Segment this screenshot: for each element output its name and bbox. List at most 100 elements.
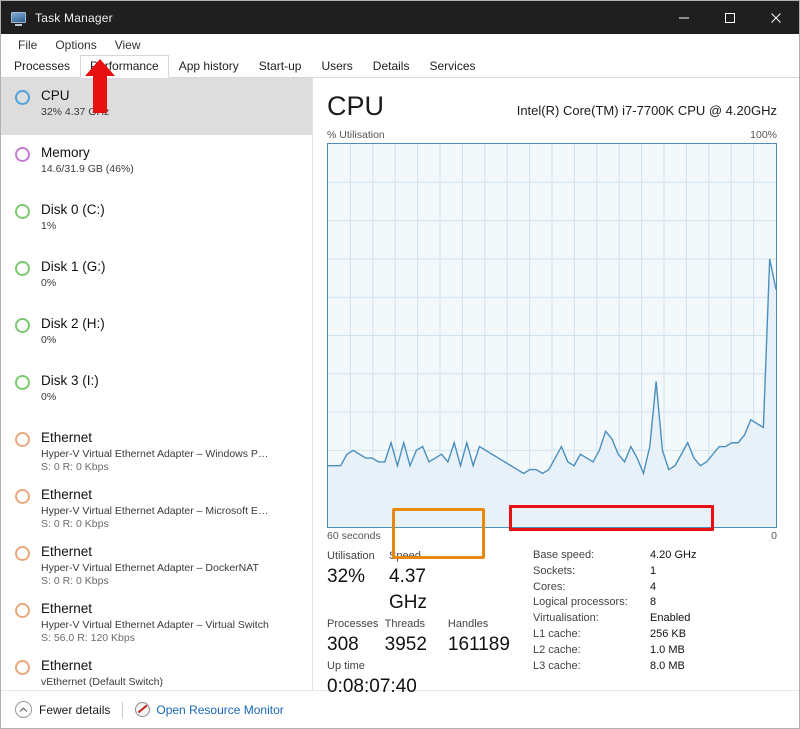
stat-threads: Threads 3952	[385, 616, 448, 658]
menu-bar: File Options View	[1, 34, 799, 56]
sidebar-item-sublabel: 0%	[41, 334, 57, 346]
spec-key: L3 cache:	[533, 659, 581, 672]
cpu-spec-list: Base speed: 4.20 GHz Sockets: 1 Cores: 4 Logic…	[513, 548, 777, 700]
sidebar-item-throughput: S: 0 R: 0 Kbps	[41, 689, 163, 690]
open-resource-monitor-link[interactable]: Open Resource Monitor	[135, 702, 284, 717]
stat-speed: Speed 4.37 GHz	[389, 548, 457, 616]
spec-key: Cores:	[533, 580, 566, 593]
sidebar-item-text: Ethernet Hyper-V Virtual Ethernet Adapter…	[41, 486, 268, 531]
sidebar-item-label: Ethernet	[41, 601, 93, 616]
sidebar-item-label: Ethernet	[41, 430, 93, 445]
fewer-details-label: Fewer details	[39, 702, 111, 717]
sidebar-item-sublabel: Hyper-V Virtual Ethernet Adapter – Micro…	[41, 505, 269, 517]
spec-value: 1.0 MB	[650, 643, 685, 656]
stat-processes-label: Processes	[327, 618, 379, 630]
stat-utilisation: Utilisation 32%	[327, 548, 389, 616]
sidebar-item-disk-3-i[interactable]: Disk 3 (I:) 0%	[1, 363, 312, 420]
sidebar-item-ethernet[interactable]: Ethernet vEthernet (Default Switch)S: 0 R…	[1, 648, 312, 690]
sidebar-item-sublabel: 1%	[41, 220, 57, 232]
task-manager-icon	[11, 10, 27, 26]
sidebar-item-text: Ethernet Hyper-V Virtual Ethernet Adapter…	[41, 429, 268, 474]
spec-value: 8.0 MB	[650, 659, 685, 672]
stat-handles-label: Handles	[447, 618, 489, 630]
chevron-up-icon	[15, 701, 32, 718]
sidebar-item-label: Disk 0 (C:)	[41, 202, 105, 217]
fewer-details-button[interactable]: Fewer details	[15, 701, 110, 718]
cpu-utilisation-chart	[327, 143, 777, 528]
tab-start-up[interactable]: Start-up	[249, 55, 312, 78]
resource-indicator-icon	[15, 147, 30, 162]
sidebar-item-memory[interactable]: Memory 14.6/31.9 GB (46%)	[1, 135, 312, 192]
chart-svg	[328, 144, 776, 527]
stat-row-2: Processes 308 Threads 3952 Handles 16118…	[327, 616, 513, 658]
open-resource-monitor-label: Open Resource Monitor	[156, 702, 284, 717]
cpu-detail-panel: CPU Intel(R) Core(TM) i7-7700K CPU @ 4.2…	[313, 78, 799, 697]
sidebar-item-text: Ethernet Hyper-V Virtual Ethernet Adapter…	[41, 543, 259, 588]
menu-item-file[interactable]: File	[9, 34, 46, 56]
maximize-icon[interactable]	[707, 1, 753, 34]
sidebar-item-disk-0-c[interactable]: Disk 0 (C:) 1%	[1, 192, 312, 249]
menu-item-options[interactable]: Options	[46, 34, 105, 56]
sidebar-item-disk-2-h[interactable]: Disk 2 (H:) 0%	[1, 306, 312, 363]
minimize-icon[interactable]	[661, 1, 707, 34]
stat-threads-label: Threads	[384, 618, 426, 630]
sidebar-item-throughput: S: 56.0 R: 120 Kbps	[41, 632, 135, 644]
sidebar-item-text: Disk 1 (G:) 0%	[41, 258, 106, 290]
cpu-graph-container: % Utilisation 100% 60 seconds 0	[327, 129, 777, 542]
sidebar-item-disk-1-g[interactable]: Disk 1 (G:) 0%	[1, 249, 312, 306]
sidebar-item-ethernet[interactable]: Ethernet Hyper-V Virtual Ethernet Adapter…	[1, 534, 312, 591]
stat-processes-value: 308	[327, 634, 359, 655]
sidebar-item-sublabel: Hyper-V Virtual Ethernet Adapter – Docke…	[41, 562, 259, 574]
spec-row: L3 cache: 8.0 MB	[533, 659, 777, 675]
tab-services[interactable]: Services	[419, 55, 485, 78]
spec-row: L2 cache: 1.0 MB	[533, 643, 777, 659]
stat-uptime-label: Up time	[327, 660, 365, 672]
spec-key: Virtualisation:	[533, 612, 599, 625]
tab-details[interactable]: Details	[363, 55, 420, 78]
menu-item-view[interactable]: View	[106, 34, 150, 56]
sidebar-item-label: Memory	[41, 145, 90, 160]
stat-row-1: Utilisation 32% Speed 4.37 GHz	[327, 548, 513, 616]
resource-indicator-icon	[15, 204, 30, 219]
spec-row: Sockets: 1	[533, 564, 777, 580]
close-icon[interactable]	[753, 1, 799, 34]
spec-key: Logical processors:	[533, 596, 628, 609]
spec-key: Sockets:	[533, 564, 576, 577]
spec-value: Enabled	[650, 612, 691, 625]
tab-app-history[interactable]: App history	[169, 55, 249, 78]
window-title: Task Manager	[35, 10, 113, 25]
stat-handles-value: 161189	[447, 634, 510, 655]
sidebar-item-text: Memory 14.6/31.9 GB (46%)	[41, 144, 134, 176]
resource-indicator-icon	[15, 261, 30, 276]
spec-value: 1	[650, 564, 657, 577]
sidebar-item-label: Disk 3 (I:)	[41, 373, 99, 388]
tab-users[interactable]: Users	[311, 55, 362, 78]
sidebar-item-ethernet[interactable]: Ethernet Hyper-V Virtual Ethernet Adapter…	[1, 591, 312, 648]
tab-processes[interactable]: Processes	[4, 55, 80, 78]
sidebar-item-ethernet[interactable]: Ethernet Hyper-V Virtual Ethernet Adapter…	[1, 420, 312, 477]
window-controls	[661, 1, 799, 34]
stat-threads-value: 3952	[384, 634, 427, 655]
cpu-stats: Utilisation 32% Speed 4.37 GHz Processes…	[313, 542, 799, 700]
spec-key: L2 cache:	[533, 643, 581, 656]
tab-strip: Processes Performance App history Start-…	[1, 55, 799, 78]
sidebar-item-text: Disk 3 (I:) 0%	[41, 372, 99, 404]
resource-monitor-icon	[135, 702, 151, 717]
spec-row: Base speed: 4.20 GHz	[533, 548, 777, 564]
resource-list[interactable]: CPU 32% 4.37 GHz Memory 14.6/31.9 GB (46%) D…	[1, 78, 313, 690]
stat-speed-label: Speed	[389, 550, 421, 562]
sidebar-item-ethernet[interactable]: Ethernet Hyper-V Virtual Ethernet Adapter…	[1, 477, 312, 534]
stat-uptime-value: 0:08:07:40	[327, 676, 417, 697]
sidebar-item-label: Disk 1 (G:)	[41, 259, 106, 274]
spec-value: 256 KB	[650, 627, 687, 640]
sidebar-item-cpu[interactable]: CPU 32% 4.37 GHz	[1, 78, 312, 135]
spec-row: Cores: 4	[533, 580, 777, 596]
resource-indicator-icon	[15, 375, 30, 390]
graph-y-max: 100%	[750, 129, 777, 141]
sidebar-item-sublabel: 14.6/31.9 GB (46%)	[41, 163, 134, 175]
title-bar: Task Manager	[1, 1, 799, 34]
stat-utilisation-value: 32%	[327, 566, 366, 587]
graph-y-label: % Utilisation	[327, 129, 385, 141]
task-manager-window: Task Manager File Options View Processes…	[0, 0, 800, 729]
graph-axis-labels: % Utilisation 100%	[327, 129, 777, 143]
